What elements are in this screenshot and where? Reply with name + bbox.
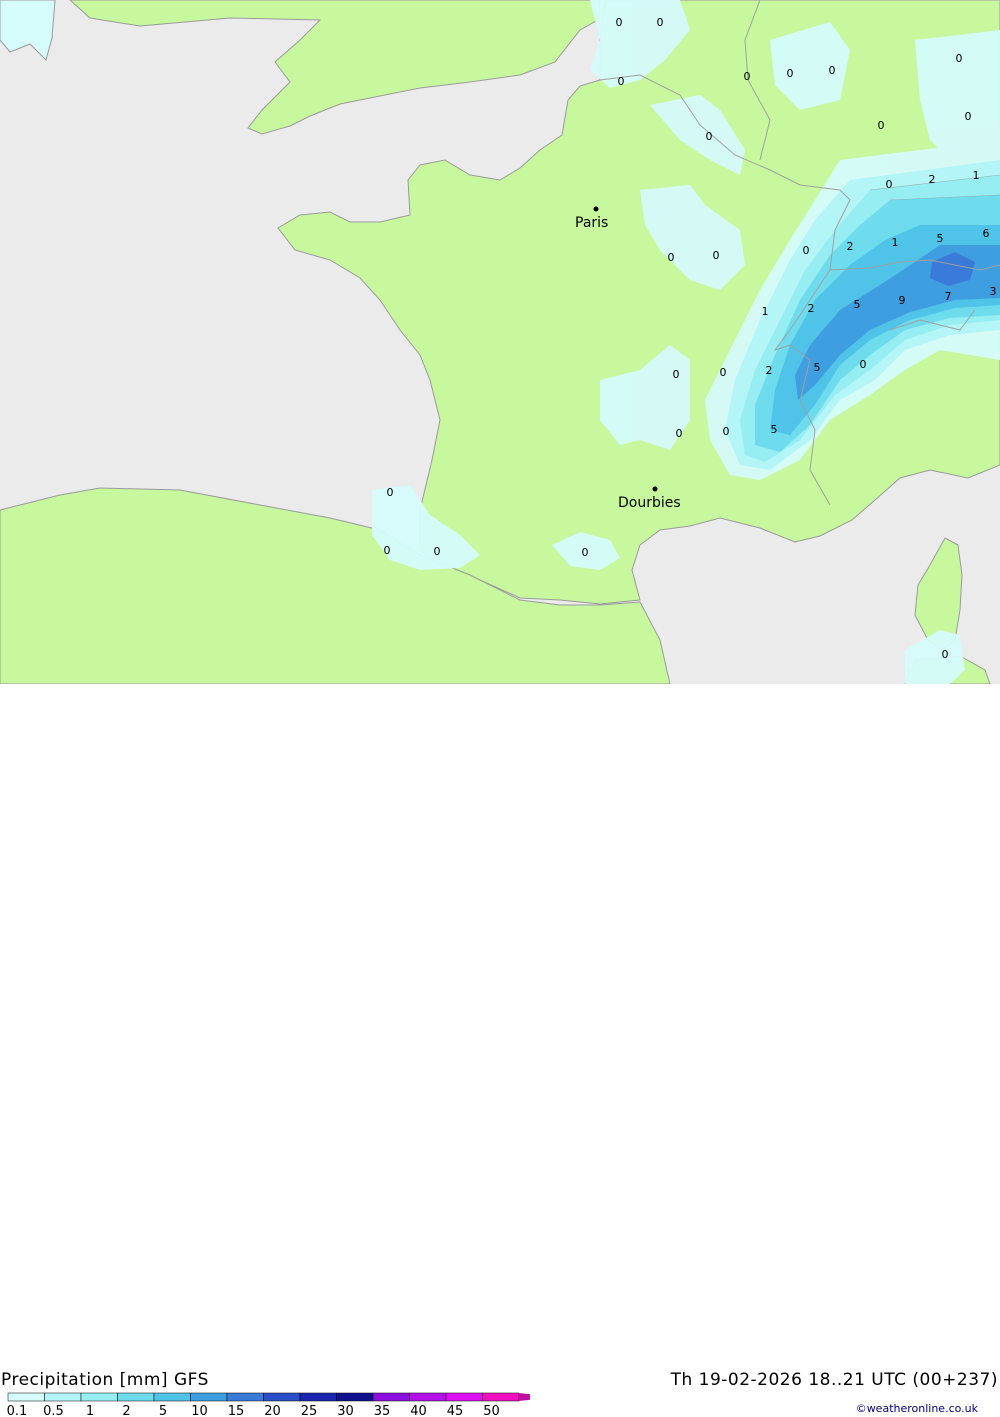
legend-tick-label: 20	[264, 1404, 281, 1417]
precip-value: 3	[990, 285, 997, 298]
legend-tick-label: 1	[86, 1404, 94, 1417]
legend-swatch	[372, 1392, 410, 1402]
precip-value: 7	[945, 290, 952, 303]
legend-swatch	[153, 1392, 191, 1402]
precip-value: 5	[854, 298, 861, 311]
legend-swatch	[445, 1392, 483, 1402]
legend-tick-label: 45	[447, 1404, 464, 1417]
precip-value: 9	[899, 294, 906, 307]
legend-swatch	[263, 1392, 301, 1402]
legend-swatch	[117, 1392, 155, 1402]
legend-tick-label: 25	[301, 1404, 318, 1417]
precip-value: 0	[956, 52, 963, 65]
legend-tick-label: 40	[410, 1404, 427, 1417]
city-marker	[593, 206, 599, 212]
precip-value: 2	[847, 240, 854, 253]
legend-tick-label: 50	[483, 1404, 500, 1417]
precip-value: 6	[983, 227, 990, 240]
legend-tick-label: 35	[374, 1404, 391, 1417]
city-label: Dourbies	[618, 495, 681, 511]
precip-value: 0	[706, 130, 713, 143]
map-title: Precipitation [mm] GFS	[1, 1370, 209, 1390]
precip-value: 0	[829, 64, 836, 77]
legend-swatch	[44, 1392, 82, 1402]
precip-value: 0	[860, 358, 867, 371]
legend-tick-label: 0.1	[7, 1404, 28, 1417]
legend-swatch	[482, 1392, 520, 1402]
precip-value: 0	[787, 67, 794, 80]
precip-value: 0	[384, 544, 391, 557]
forecast-time: Th 19-02-2026 18..21 UTC (00+237)	[670, 1370, 998, 1390]
precip-value: 0	[744, 70, 751, 83]
precipitation-map: Paris Dourbies 0 0 0 0 0 0 0 0 0 0 0 2 1…	[0, 0, 1000, 684]
legend-swatch	[7, 1392, 45, 1402]
precip-value: 0	[673, 368, 680, 381]
precip-value: 5	[814, 361, 821, 374]
legend-tick-label: 10	[191, 1404, 208, 1417]
precip-value: 0	[676, 427, 683, 440]
precip-value: 0	[434, 545, 441, 558]
precip-value: 1	[762, 305, 769, 318]
precip-value: 0	[886, 178, 893, 191]
precip-value: 2	[808, 302, 815, 315]
legend-swatch	[409, 1392, 447, 1402]
legend-swatch	[80, 1392, 118, 1402]
precip-value: 0	[878, 119, 885, 132]
precip-value: 0	[803, 244, 810, 257]
legend-tick-label: 30	[337, 1404, 354, 1417]
precip-value: 5	[771, 423, 778, 436]
precip-value: 0	[657, 16, 664, 29]
precip-value: 2	[929, 173, 936, 186]
credit-link[interactable]: ©weatheronline.co.uk	[856, 1402, 978, 1415]
precip-value: 0	[668, 251, 675, 264]
legend-tick-label: 0.5	[43, 1404, 64, 1417]
city-marker	[652, 486, 658, 492]
precip-value: 0	[713, 249, 720, 262]
legend-tick-label: 15	[228, 1404, 245, 1417]
legend-arrow	[519, 1393, 530, 1401]
legend-swatch	[336, 1392, 374, 1402]
city-label: Paris	[575, 215, 608, 231]
precip-value: 2	[766, 364, 773, 377]
precip-value: 0	[720, 366, 727, 379]
precip-value: 0	[387, 486, 394, 499]
legend-swatch	[226, 1392, 264, 1402]
precip-value: 0	[723, 425, 730, 438]
precip-value: 1	[892, 236, 899, 249]
precip-value: 0	[616, 16, 623, 29]
precip-value: 0	[582, 546, 589, 559]
precip-value: 0	[965, 110, 972, 123]
legend-tick-label: 5	[159, 1404, 167, 1417]
footer: Precipitation [mm] GFS Th 19-02-2026 18.…	[0, 684, 1000, 1417]
precip-value: 5	[937, 232, 944, 245]
precip-value: 0	[618, 75, 625, 88]
legend-swatch	[190, 1392, 228, 1402]
precip-value: 1	[973, 169, 980, 182]
legend-swatch	[299, 1392, 337, 1402]
precip-value: 0	[942, 648, 949, 661]
color-legend: 0.1 0.5 1 2 5 10 15 20 25 30 35 40 45 50	[7, 1392, 530, 1417]
legend-tick-label: 2	[122, 1404, 130, 1417]
